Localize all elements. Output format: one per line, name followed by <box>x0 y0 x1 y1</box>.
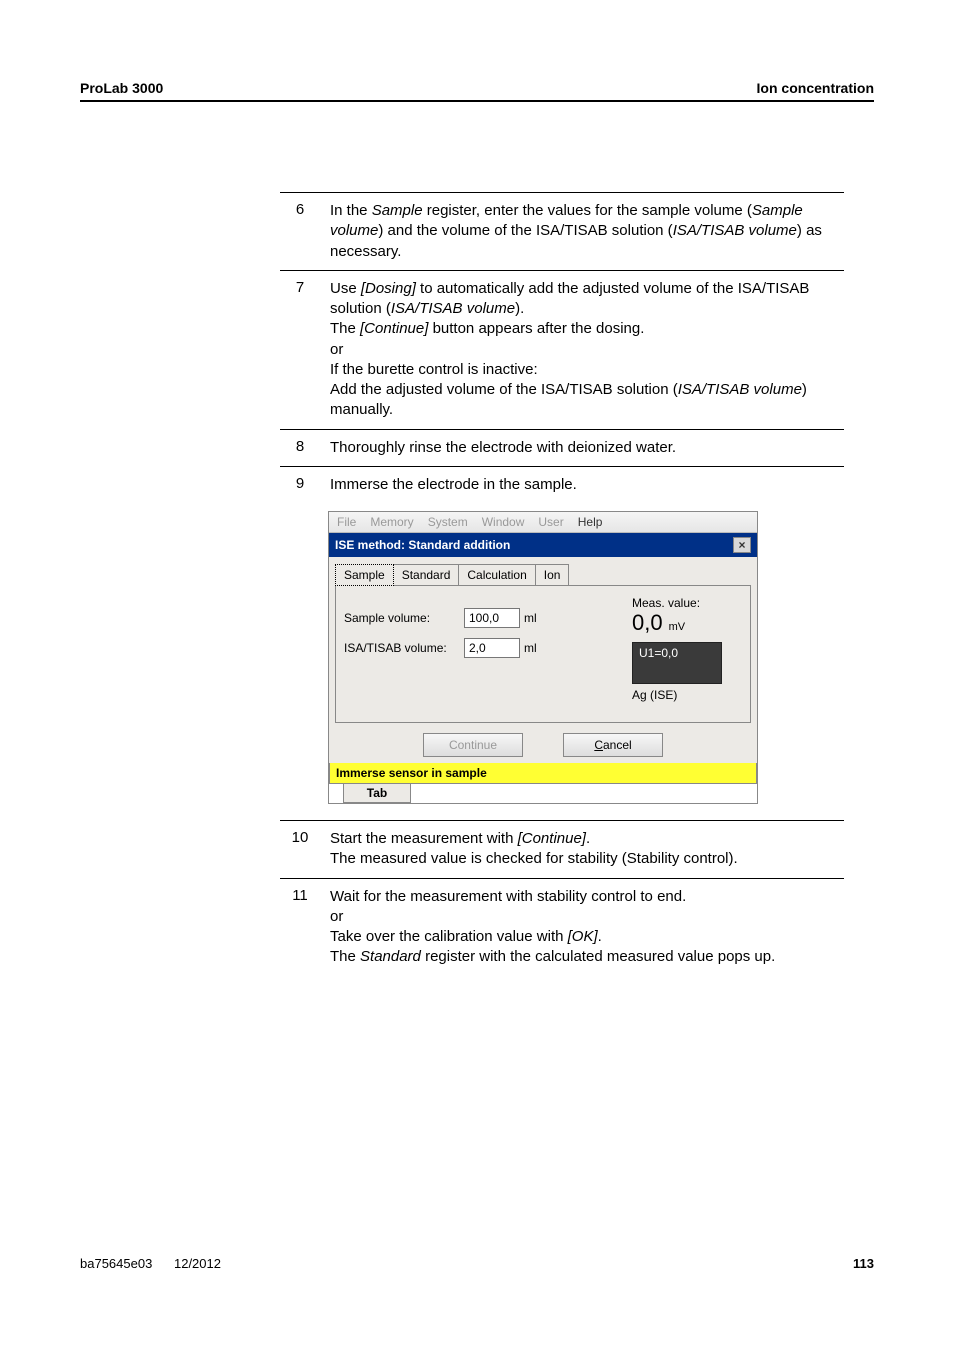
header-right: Ion concentration <box>757 80 874 96</box>
close-icon[interactable]: × <box>733 537 751 553</box>
sample-volume-label: Sample volume: <box>344 611 464 625</box>
step-number-10: 10 <box>280 821 320 854</box>
menu-window: Window <box>482 515 525 529</box>
status-bar: Immerse sensor in sample <box>329 763 757 784</box>
isa-volume-unit: ml <box>524 641 537 655</box>
window-title: ISE method: Standard addition <box>335 538 510 552</box>
step-number-8: 8 <box>280 430 320 463</box>
tab-indicator: Tab <box>343 784 411 803</box>
menubar: File Memory System Window User Help <box>329 512 757 533</box>
footer-date: 12/2012 <box>174 1256 221 1271</box>
continue-button: Continue <box>423 733 523 757</box>
step-number-6: 6 <box>280 193 320 226</box>
menu-memory: Memory <box>370 515 413 529</box>
step-number-9: 9 <box>280 467 320 500</box>
step-text-7: Use [Dosing] to automatically add the ad… <box>320 271 844 429</box>
cancel-button[interactable]: Cancel <box>563 733 663 757</box>
isa-volume-label: ISA/TISAB volume: <box>344 641 464 655</box>
tab-sample[interactable]: Sample <box>335 564 394 586</box>
ion-label: Ag (ISE) <box>632 688 742 702</box>
meas-unit: mV <box>669 621 686 633</box>
menu-user: User <box>538 515 563 529</box>
application-window: File Memory System Window User Help ISE … <box>328 511 758 804</box>
sample-volume-unit: ml <box>524 611 537 625</box>
step-text-11: Wait for the measurement with stability … <box>320 879 844 976</box>
tab-ion[interactable]: Ion <box>535 564 570 585</box>
footer-page: 113 <box>853 1256 874 1271</box>
tab-calculation[interactable]: Calculation <box>458 564 535 585</box>
menu-system: System <box>428 515 468 529</box>
menu-file: File <box>337 515 356 529</box>
sample-volume-input[interactable] <box>464 608 520 628</box>
step-number-11: 11 <box>280 879 320 912</box>
step-text-9: Immerse the electrode in the sample. <box>320 467 844 503</box>
step-text-10: Start the measurement with [Continue]. T… <box>320 821 844 878</box>
step-number-7: 7 <box>280 271 320 304</box>
step-text-8: Thoroughly rinse the electrode with deio… <box>320 430 844 466</box>
menu-help[interactable]: Help <box>578 515 603 529</box>
tab-standard[interactable]: Standard <box>393 564 460 585</box>
meas-value: 0,0 <box>632 610 663 636</box>
meas-value-label: Meas. value: <box>632 596 742 610</box>
header-left: ProLab 3000 <box>80 80 163 96</box>
isa-volume-input[interactable] <box>464 638 520 658</box>
u1-readout: U1=0,0 <box>632 642 722 684</box>
step-text-6: In the Sample register, enter the values… <box>320 193 844 270</box>
footer-id: ba75645e03 <box>80 1256 152 1271</box>
